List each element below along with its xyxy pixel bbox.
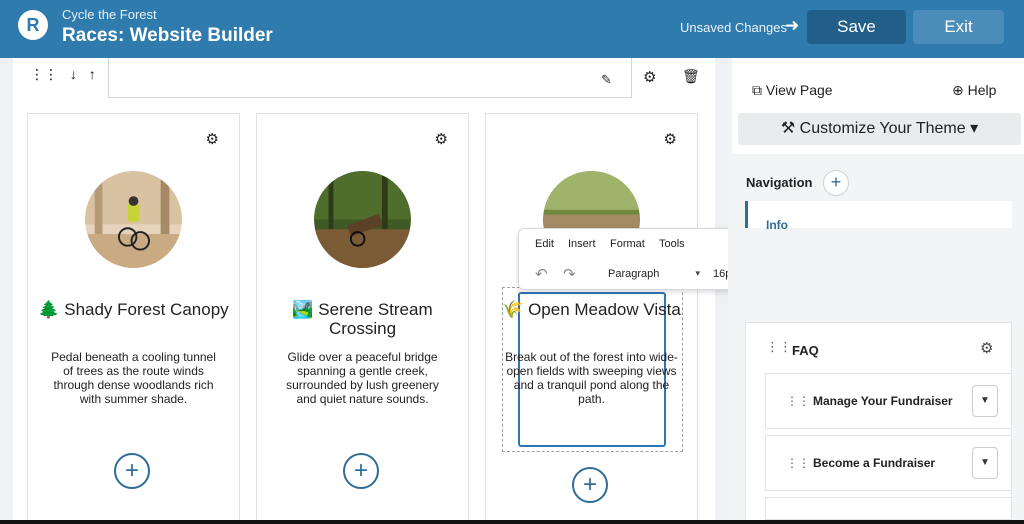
card-emoji: 🌲 [38,300,60,319]
card-photo-forest-cyclist [85,171,182,268]
nav-subitem-label: Become a Fundraiser [813,456,936,470]
redo-icon[interactable]: ↷ [563,265,576,283]
add-block-button[interactable]: + [114,453,150,489]
navigation-heading: Navigation [746,175,813,190]
nav-subitem[interactable]: ⋮⋮ Manage Your Fundraiser ▼ [765,373,1012,429]
external-link-icon: ⧉ [752,82,762,98]
row-settings-gear-icon[interactable]: ⚙ [643,68,656,86]
add-block-button[interactable]: + [343,453,379,489]
bottom-edge [0,520,1024,524]
edit-icon[interactable]: ✎ [601,72,612,88]
nav-subitem-label: Manage Your Fundraiser [813,394,953,408]
content-card: ⚙ 🏞️ Serene Stream Crossing Glide over a… [256,113,469,524]
block-format-select[interactable]: Paragraph ▾ [608,264,702,284]
nav-item-info[interactable]: Info [745,201,1012,232]
save-button[interactable]: Save [807,10,906,44]
chevron-down-icon: ▾ [695,268,700,278]
content-card: ⚙ 🌲 Shady Forest Canopy Pedal beneath a … [27,113,240,524]
chevron-down-icon[interactable]: ▼ [972,385,998,417]
nav-item-label: Info [766,218,788,232]
nav-subitem[interactable] [765,497,1012,520]
app-logo[interactable]: R [18,10,48,40]
unsaved-changes-label: Unsaved Changes [680,20,787,35]
nav-subitem[interactable]: ⋮⋮ Become a Fundraiser ▼ [765,435,1012,491]
menu-edit[interactable]: Edit [535,238,554,250]
row-delete-trash-icon[interactable]: 🗑 [682,68,700,85]
card-settings-gear-icon[interactable]: ⚙ [664,130,677,148]
magic-wand-icon: ⚒ [780,120,796,137]
card-title-text: Open Meadow Vista [528,300,681,319]
org-name: Cycle the Forest [62,7,157,22]
card-title: 🏞️ Serene Stream Crossing [267,300,458,338]
drag-handle-icon[interactable]: ⋮⋮ [786,394,810,408]
help-label: Help [967,82,997,98]
row-text-block[interactable] [108,58,632,98]
card-title: 🌾 Open Meadow Vista [496,300,687,319]
chevron-down-icon[interactable]: ▼ [972,447,998,479]
customize-theme-label: Customize Your Theme [799,120,966,137]
card-description: Break out of the forest into wide-open f… [505,350,678,406]
card-description: Pedal beneath a cooling tunnel of trees … [51,350,216,406]
faq-settings-gear-icon[interactable]: ⚙ [980,339,993,357]
row-controls: ⋮⋮ ↓ ↑ [30,66,104,83]
faq-group-label: FAQ [792,343,819,358]
drag-handle-icon[interactable]: ⋮⋮ [766,339,792,355]
card-settings-gear-icon[interactable]: ⚙ [206,130,219,148]
arrow-right-icon: ➜ [785,16,800,35]
card-photo-stream-crossing [314,171,411,268]
exit-button[interactable]: Exit [913,10,1004,44]
view-page-label: View Page [765,82,833,98]
help-link[interactable]: ⊕ Help [952,82,996,99]
block-format-value: Paragraph [608,268,660,280]
top-header: R Cycle the Forest Races: Website Builde… [0,0,1024,58]
move-up-icon[interactable]: ↑ [89,66,96,82]
menu-tools[interactable]: Tools [659,238,685,250]
undo-icon[interactable]: ↶ [535,265,548,283]
card-emoji: 🏞️ [292,300,314,319]
caret-down-icon: ▾ [970,120,979,137]
help-lifebuoy-icon: ⊕ [952,82,964,98]
menu-format[interactable]: Format [610,238,645,250]
card-settings-gear-icon[interactable]: ⚙ [435,130,448,148]
card-description: Glide over a peaceful bridge spanning a … [286,350,439,406]
page-title: Races: Website Builder [62,25,273,46]
card-title-text: Serene Stream Crossing [318,300,433,338]
add-navigation-button[interactable]: + [823,170,849,196]
customize-theme-button[interactable]: ⚒ Customize Your Theme ▾ [738,113,1021,145]
drag-handle-icon[interactable]: ⋮⋮ [30,66,58,83]
drag-handle-icon[interactable]: ⋮⋮ [786,456,810,470]
move-down-icon[interactable]: ↓ [70,66,77,82]
add-block-button[interactable]: + [572,467,608,503]
card-title: 🌲 Shady Forest Canopy [38,300,229,319]
view-page-link[interactable]: ⧉ View Page [752,82,833,99]
card-emoji: 🌾 [502,300,524,319]
menu-insert[interactable]: Insert [568,238,596,250]
card-title-text: Shady Forest Canopy [64,300,229,319]
content-card: ⚙ 🌾 Open Meadow Vista Break out of the f… [485,113,698,524]
